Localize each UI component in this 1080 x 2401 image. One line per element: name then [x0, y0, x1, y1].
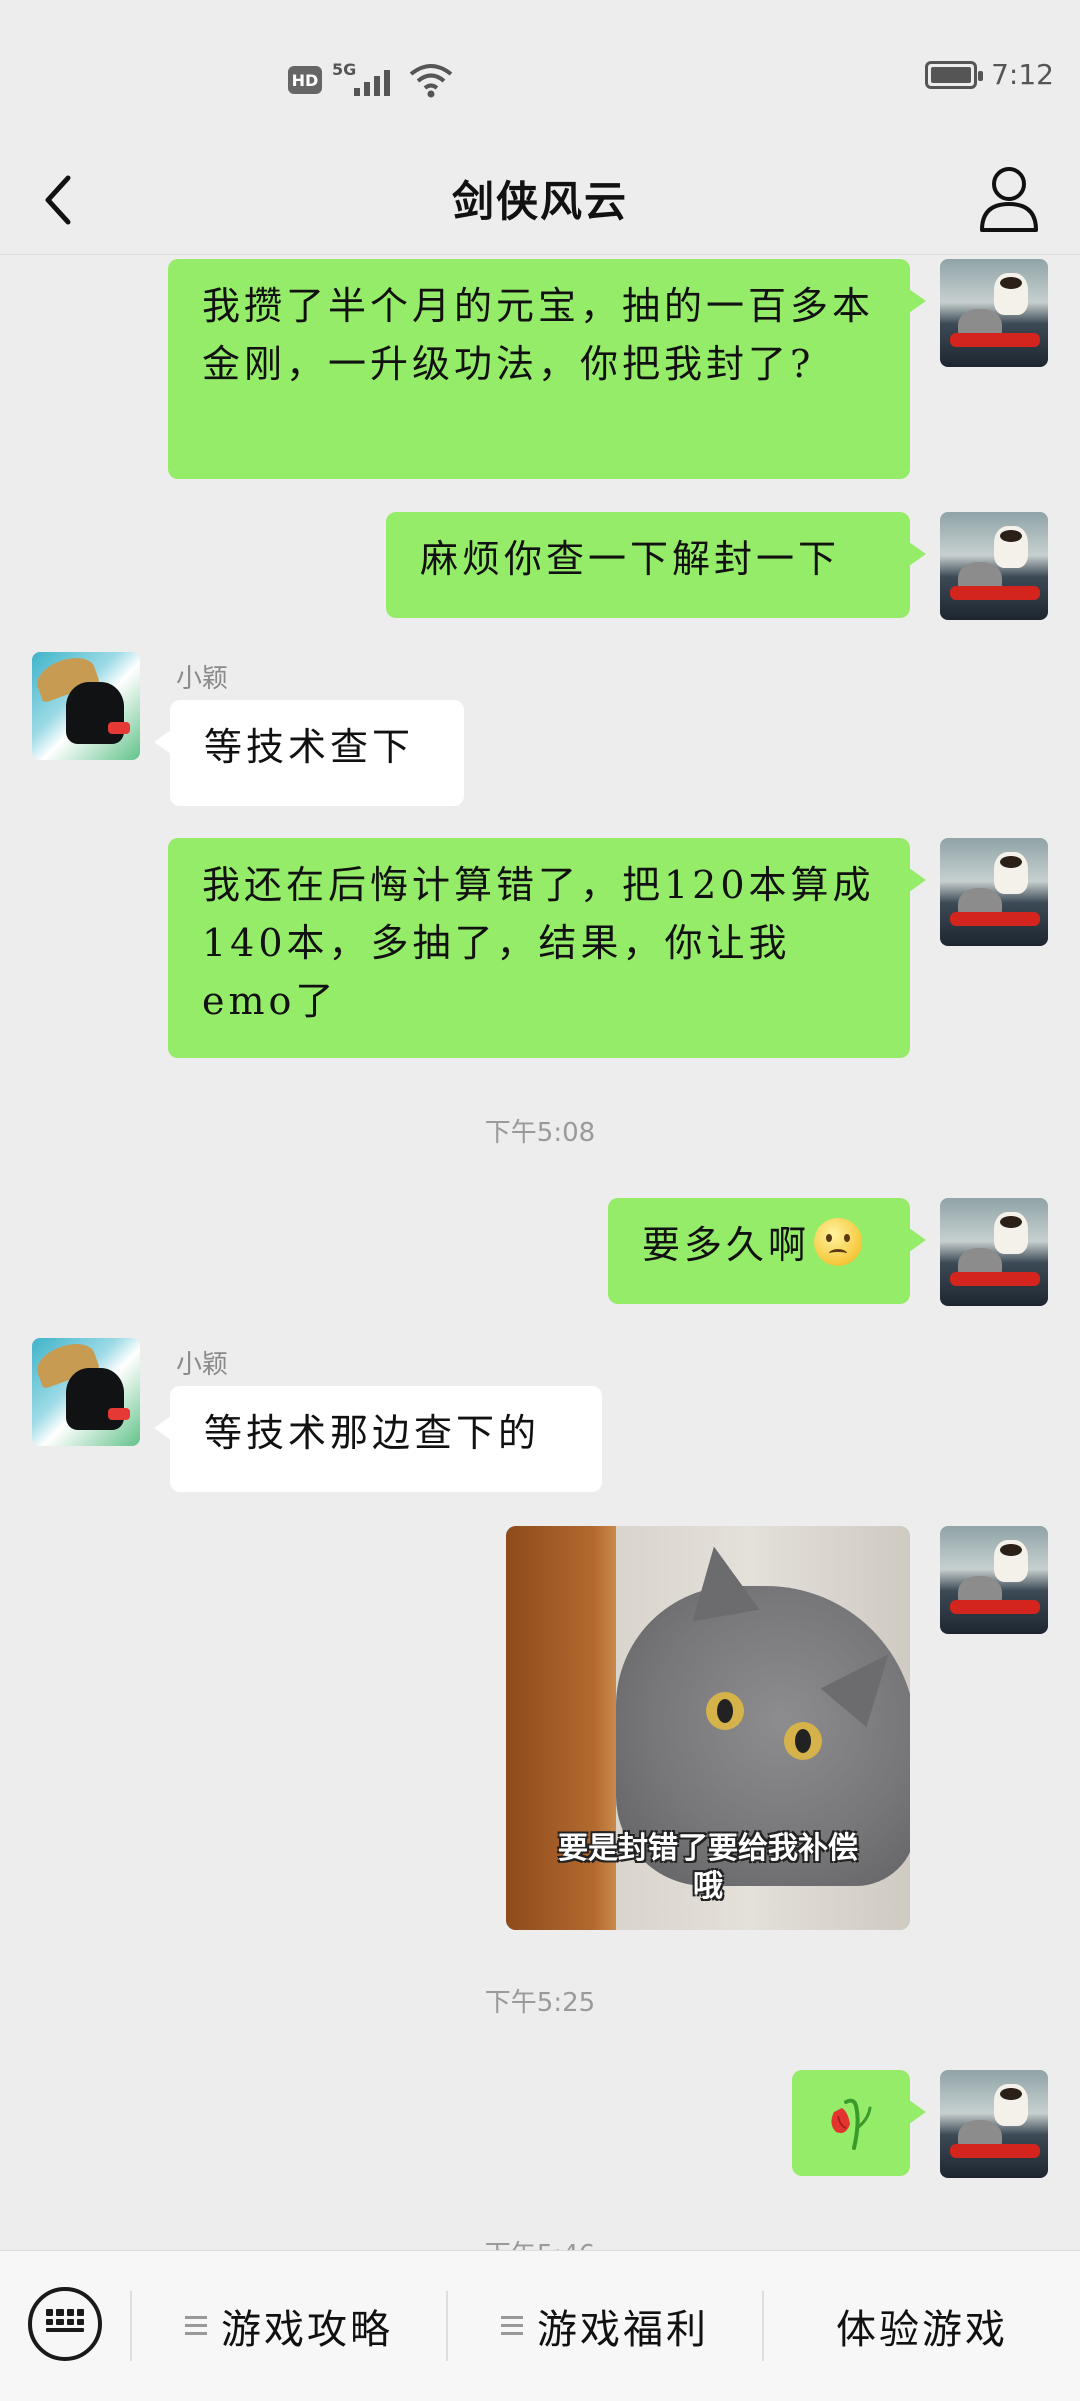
menu-game-benefits[interactable]: 游戏福利 — [448, 2291, 762, 2361]
sticker-caption: 要是封错了要给我补偿 哦 — [558, 1831, 858, 1904]
timestamp: 下午5:25 — [484, 1988, 596, 2018]
chat-header: 剑侠风云 — [0, 150, 1080, 255]
awkward-face-emoji — [814, 1218, 863, 1266]
message-bubble-mine[interactable] — [792, 2070, 926, 2176]
contact-avatar[interactable] — [32, 1338, 140, 1446]
timestamp: 下午5:08 — [484, 1118, 596, 1148]
message-bubble-mine[interactable]: 我攒了半个月的元宝，抽的一百多本金刚，一升级功法，你把我封了? — [168, 259, 926, 479]
message-bubble-mine[interactable]: 要多久啊 — [608, 1198, 926, 1304]
status-bar: HD 5G 7:12 — [0, 0, 1080, 150]
chat-title: 剑侠风云 — [451, 177, 628, 226]
timestamp: 下午5:46 — [0, 2234, 1080, 2250]
message-text: 要多久啊 — [642, 1223, 811, 1267]
clock: 7:12 — [991, 58, 1054, 91]
bottom-menu-bar: 游戏攻略 游戏福利 体验游戏 — [0, 2250, 1080, 2401]
hd-badge: HD — [288, 66, 322, 94]
my-avatar[interactable] — [940, 1526, 1048, 1634]
message-bubble-other[interactable]: 等技术查下 — [154, 700, 464, 806]
sender-name: 小颖 — [176, 1350, 229, 1380]
my-avatar[interactable] — [940, 838, 1048, 946]
message-bubble-mine[interactable]: 麻烦你查一下解封一下 — [386, 512, 926, 618]
message-list[interactable]: 我攒了半个月的元宝，抽的一百多本金刚，一升级功法，你把我封了? 麻烦你查一下解封… — [0, 254, 1080, 2250]
status-left-icons: HD 5G — [288, 60, 454, 100]
battery-icon — [925, 60, 984, 89]
cat-sticker-image[interactable]: 要是封错了要给我补偿 哦 — [506, 1526, 910, 1930]
menu-game-guide[interactable]: 游戏攻略 — [132, 2291, 446, 2361]
contact-avatar[interactable] — [32, 652, 140, 760]
menu-lines-icon — [501, 2316, 523, 2336]
keyboard-icon[interactable] — [28, 2287, 102, 2361]
profile-icon[interactable] — [974, 160, 1044, 238]
my-avatar[interactable] — [940, 259, 1048, 367]
my-avatar[interactable] — [940, 1198, 1048, 1306]
cellular-signal-icon: 5G — [332, 60, 398, 100]
menu-lines-icon — [185, 2316, 207, 2336]
wilted-flower-icon — [831, 2098, 872, 2150]
my-avatar[interactable] — [940, 512, 1048, 620]
my-avatar[interactable] — [940, 2070, 1048, 2178]
sender-name: 小颖 — [176, 664, 229, 694]
wifi-icon — [409, 64, 453, 98]
message-bubble-other[interactable]: 等技术那边查下的 — [154, 1386, 602, 1492]
message-bubble-mine[interactable]: 我还在后悔计算错了，把120本算成140本，多抽了，结果，你让我emo了 — [168, 838, 926, 1058]
menu-play-game[interactable]: 体验游戏 — [764, 2291, 1080, 2361]
status-right: 7:12 — [925, 58, 1054, 91]
